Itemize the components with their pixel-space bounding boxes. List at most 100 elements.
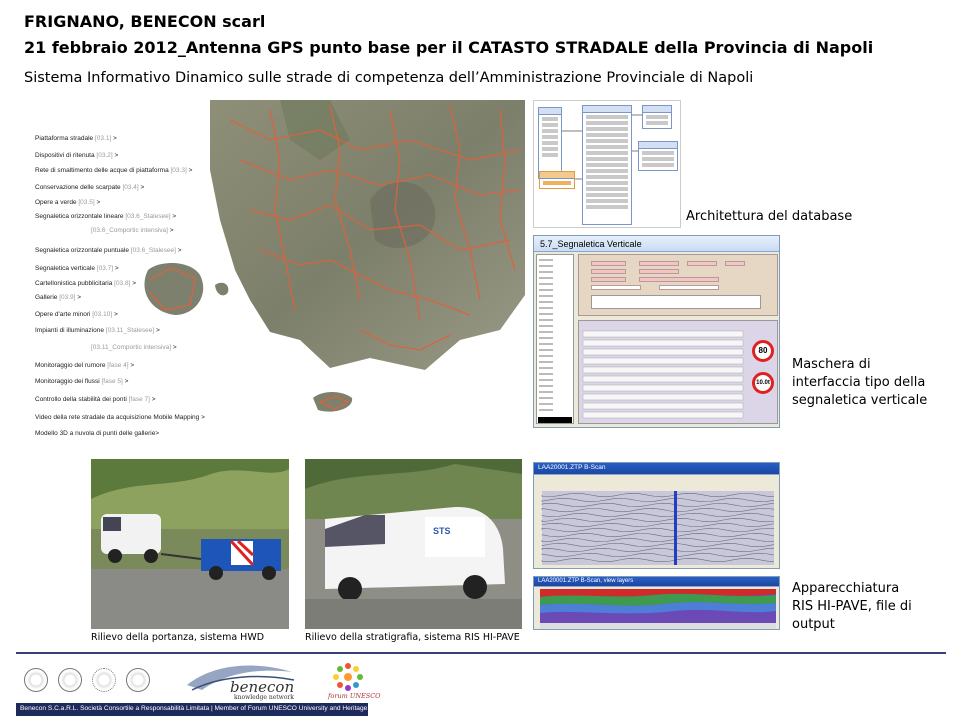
layer-code: [03.6_Stalesee] xyxy=(125,213,171,220)
layer-item[interactable]: Monitoraggio dei flussi [fase 5] > xyxy=(35,378,129,386)
layer-label: Monitoraggio del rumore xyxy=(35,362,106,369)
layer-code: [03.3] xyxy=(170,167,187,174)
page-heading: 21 febbraio 2012_Antenna GPS punto base … xyxy=(24,38,874,57)
ris-caption: Apparecchiatura RIS HI-PAVE, file di out… xyxy=(792,581,912,632)
layer-item[interactable]: [03.6_Comportic intensiva] > xyxy=(91,227,174,235)
chevron-right-icon: > xyxy=(138,184,145,191)
layer-code: [03.8] xyxy=(114,280,131,287)
layer-label: Segnaletica verticale xyxy=(35,265,95,272)
chevron-right-icon: > xyxy=(199,414,205,421)
chevron-right-icon: > xyxy=(111,135,117,142)
layer-item[interactable]: Impianti di illuminazione [03.11_Stalese… xyxy=(35,327,160,335)
svg-text:STS: STS xyxy=(433,526,451,536)
layer-code: [fase 5] xyxy=(101,378,123,385)
page-title: FRIGNANO, BENECON scarl xyxy=(24,12,266,31)
layer-item[interactable]: Gallerie [03.9] > xyxy=(35,294,82,302)
chevron-right-icon: > xyxy=(112,152,119,159)
gis-map-panel[interactable]: Piattaforma stradale [03.1] > Dispositivi… xyxy=(30,100,525,445)
chevron-right-icon: > xyxy=(75,294,82,301)
layer-item[interactable]: Segnaletica verticale [03.7] > xyxy=(35,265,119,273)
footer-rule xyxy=(16,652,946,654)
mainland-shape xyxy=(210,100,525,370)
ris-bscan-window[interactable]: LAA20001.ZTP B-Scan xyxy=(533,462,780,569)
layer-code: [fase 7] xyxy=(128,396,150,403)
layer-item[interactable]: Conservazione delle scarpate [03.4] > xyxy=(35,184,145,192)
chevron-right-icon: > xyxy=(130,280,137,287)
layer-code: [03.9] xyxy=(59,294,76,301)
layer-item[interactable]: Segnaletica orizzontale puntuale [03.6_S… xyxy=(35,247,182,255)
form-caption: Maschera di interfaccia tipo della segna… xyxy=(792,357,928,408)
layer-label: Segnaletica orizzontale lineare xyxy=(35,213,124,220)
layer-item[interactable]: Modello 3D a nuvola di punti delle galle… xyxy=(35,430,160,438)
layer-label: Piattaforma stradale xyxy=(35,135,94,142)
layer-item[interactable]: Piattaforma stradale [03.1] > xyxy=(35,135,117,143)
layer-code: [03.4] xyxy=(122,184,139,191)
chevron-right-icon: > xyxy=(94,199,101,206)
form-fields-bottom[interactable] xyxy=(578,320,778,424)
ris-photo: STS xyxy=(305,459,522,629)
chevron-right-icon: > xyxy=(122,378,129,385)
form-window-title: 5.7_Segnaletica Verticale xyxy=(534,236,779,252)
procida-island xyxy=(215,282,229,296)
forum-unesco-text: forum UNESCO xyxy=(328,692,381,700)
university-seal-icon xyxy=(126,668,150,692)
layer-code: [03.5] xyxy=(78,199,95,206)
layer-label: Cartellonistica pubblicitaria xyxy=(35,280,113,287)
layer-label: Opere a verde xyxy=(35,199,77,206)
chevron-right-icon: > xyxy=(155,430,160,437)
university-seal-icon xyxy=(24,668,48,692)
chevron-right-icon: > xyxy=(170,213,177,220)
university-seal-icon xyxy=(58,668,82,692)
layer-item[interactable]: Opere d'arte minori [03.10] > xyxy=(35,311,118,319)
chevron-right-icon: > xyxy=(175,247,182,254)
layer-label: Impianti di illuminazione xyxy=(35,327,105,334)
layer-label: Modello 3D a nuvola di punti delle galle… xyxy=(35,430,156,437)
layer-item[interactable]: [03.11_Comportic intensiva] > xyxy=(91,344,177,352)
forum-unesco-logo-icon xyxy=(333,663,363,691)
chevron-right-icon: > xyxy=(171,344,177,351)
layer-label: Monitoraggio dei flussi xyxy=(35,378,100,385)
layer-item[interactable]: Opere a verde [03.5] > xyxy=(35,199,101,207)
layer-code: [03.11_Stalesee] xyxy=(105,327,155,334)
page-subtitle: Sistema Informativo Dinamico sulle strad… xyxy=(24,70,754,86)
layer-item[interactable]: Controllo della stabilità dei ponti [fas… xyxy=(35,396,156,404)
layer-label: Segnaletica orizzontale puntuale xyxy=(35,247,129,254)
chevron-right-icon: > xyxy=(128,362,135,369)
database-caption: Architettura del database xyxy=(686,209,853,224)
weight-limit-sign-icon: 10.0t xyxy=(752,372,774,394)
hwd-caption: Rilievo della portanza, sistema HWD xyxy=(91,632,265,643)
layer-code: [fase 4] xyxy=(107,362,129,369)
speed-limit-sign-icon: 80 xyxy=(752,340,774,362)
layer-label: Dispositivi di ritenuta xyxy=(35,152,95,159)
layer-code: [03.1] xyxy=(94,135,112,142)
chevron-right-icon: > xyxy=(112,311,118,318)
layer-code: [03.11_Comportic intensiva] xyxy=(91,344,172,351)
layer-item[interactable]: Cartellonistica pubblicitaria [03.8] > xyxy=(35,280,137,288)
chevron-right-icon: > xyxy=(154,327,160,334)
footer-bar: Benecon S.C.a.R.L. Società Consortile a … xyxy=(16,703,368,716)
layer-code: [03.6_Stalesee] xyxy=(130,247,176,254)
layer-code: [03.7] xyxy=(96,265,114,272)
layer-item[interactable]: Video della rete stradale da acquisizion… xyxy=(35,414,205,422)
layer-item[interactable]: Dispositivi di ritenuta [03.2] > xyxy=(35,152,119,160)
layers-plot xyxy=(540,589,776,629)
ris-layers-window[interactable]: LAA20001.ZTP B-Scan, view layers xyxy=(533,576,780,630)
ris-photo-caption: Rilievo della stratigrafia, sistema RIS … xyxy=(305,632,520,643)
chevron-right-icon: > xyxy=(113,265,119,272)
layer-label: Rete di smaltimento delle acque di piatt… xyxy=(35,167,169,174)
layer-item[interactable]: Segnaletica orizzontale lineare [03.6_St… xyxy=(35,213,177,221)
university-seal-icon xyxy=(92,668,116,692)
layer-item[interactable]: Monitoraggio del rumore [fase 4] > xyxy=(35,362,135,370)
layer-code: [03.10] xyxy=(92,311,113,318)
layer-label: Conservazione delle scarpate xyxy=(35,184,121,191)
hwd-photo xyxy=(91,459,289,629)
layer-label: Gallerie xyxy=(35,294,58,301)
layer-code: [03.2] xyxy=(96,152,113,159)
bscan-plot xyxy=(541,491,775,565)
layer-item[interactable]: Rete di smaltimento delle acque di piatt… xyxy=(35,167,193,175)
signage-form-window[interactable]: 5.7_Segnaletica Verticale 80 10.0t xyxy=(533,235,780,428)
layer-code: [03.6_Comportic intensiva] xyxy=(91,227,168,234)
record-list[interactable] xyxy=(536,254,574,424)
chevron-right-icon: > xyxy=(186,167,193,174)
form-fields-top[interactable] xyxy=(578,254,778,316)
